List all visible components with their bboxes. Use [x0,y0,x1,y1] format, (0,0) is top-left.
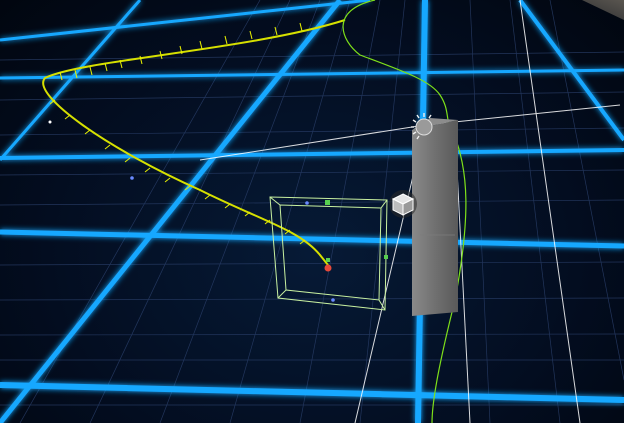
scene-marker [48,120,52,124]
path-curve-ticks [49,22,306,245]
pivot-point[interactable] [324,264,332,272]
box-handle[interactable] [384,255,388,259]
scene-marker [130,176,134,180]
cube-icon[interactable] [389,190,417,218]
fine-grid [0,0,624,423]
3d-viewport[interactable] [0,0,624,423]
box-handle[interactable] [326,258,330,262]
scene-canvas[interactable] [0,0,624,423]
selection-box[interactable] [269,196,388,311]
pillar-mesh[interactable] [412,118,458,316]
box-handle[interactable] [325,200,330,205]
scene-marker [331,298,335,302]
scene-marker [305,201,309,205]
